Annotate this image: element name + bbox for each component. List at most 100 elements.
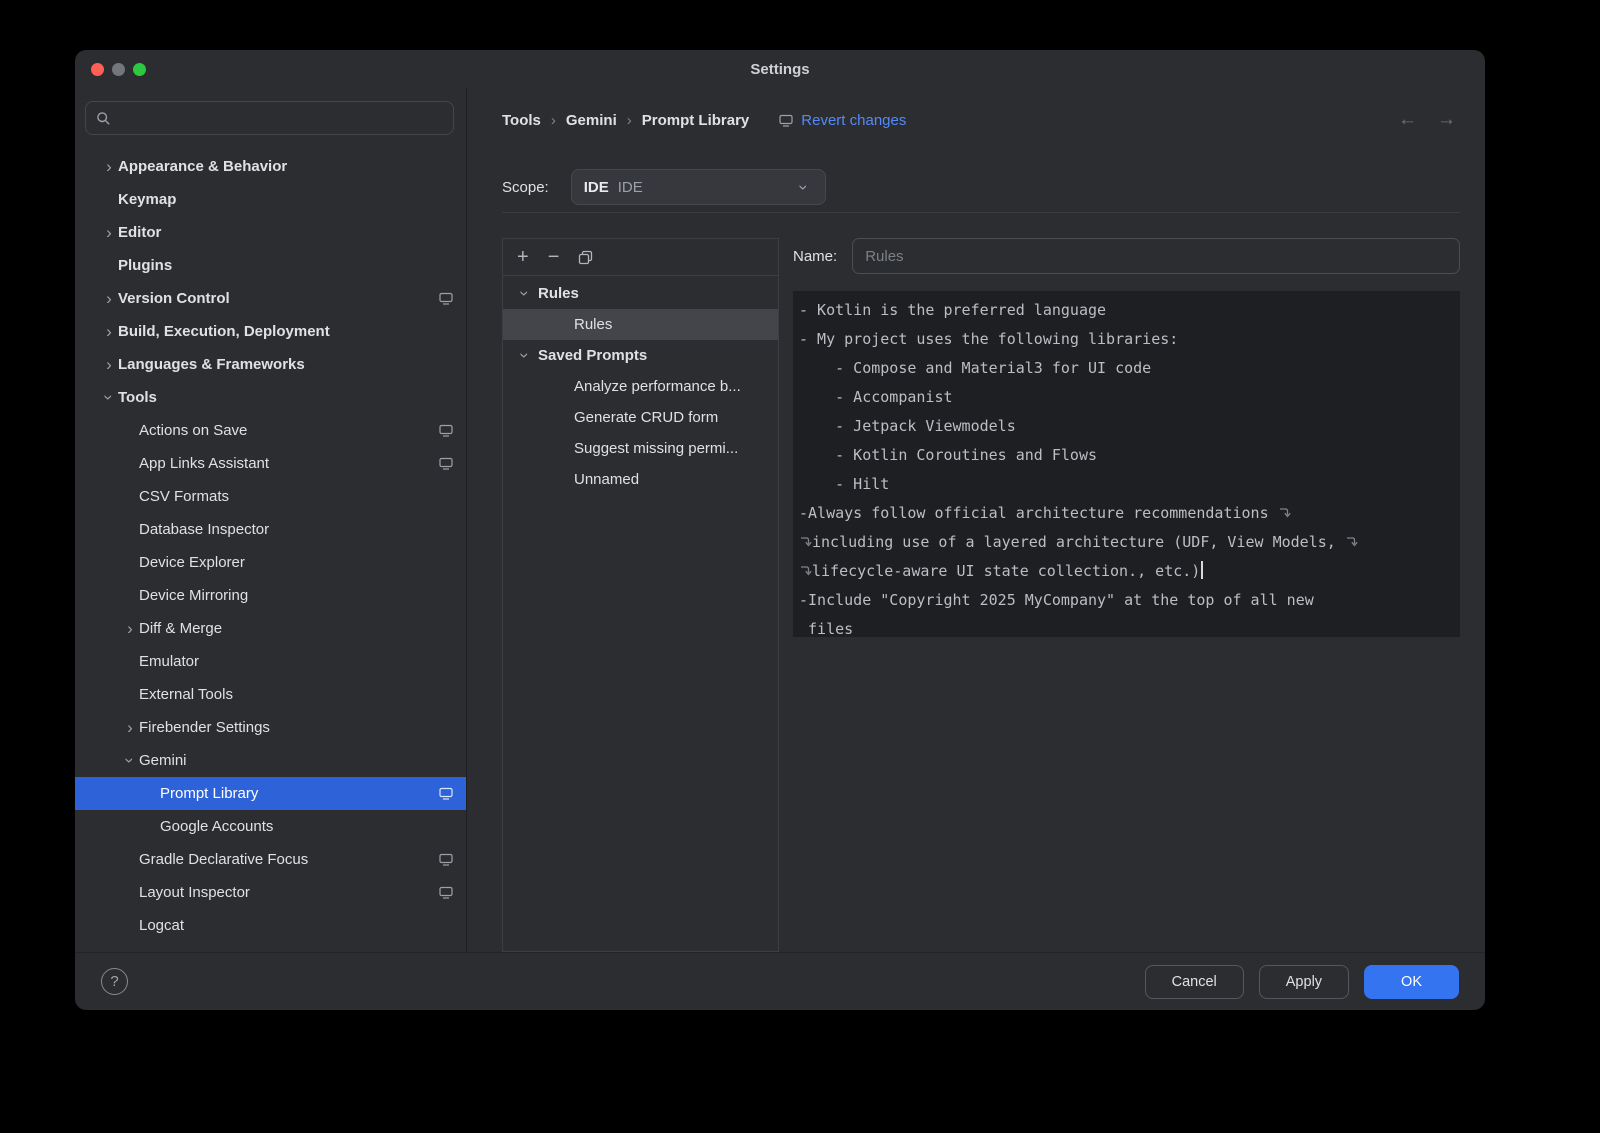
sidebar-item-keymap[interactable]: Keymap: [75, 183, 466, 216]
prompt-list-panel: + − ›RulesRules›Saved PromptsAnalyze per…: [502, 238, 779, 952]
settings-content: ›Appearance & BehaviorKeymap›EditorPlugi…: [75, 88, 1485, 952]
back-arrow-icon[interactable]: ←: [1398, 109, 1417, 131]
prompt-item-suggest-missing-permi[interactable]: Suggest missing permi...: [503, 433, 778, 464]
editor-line-text: - Jetpack Viewmodels: [799, 417, 1016, 435]
window-title: Settings: [75, 50, 1485, 90]
sidebar-item-prompt-library[interactable]: Prompt Library: [75, 777, 466, 810]
prompt-item-generate-crud-form[interactable]: Generate CRUD form: [503, 402, 778, 433]
chevron-right-icon[interactable]: ›: [100, 224, 118, 241]
editor-line: - My project uses the following librarie…: [799, 325, 1456, 354]
editor-line: - Kotlin Coroutines and Flows: [799, 441, 1456, 470]
prompt-group-rules[interactable]: ›Rules: [503, 278, 778, 309]
settings-search[interactable]: [85, 101, 454, 135]
sidebar-item-gradle-declarative-focus[interactable]: Gradle Declarative Focus: [75, 843, 466, 876]
settings-search-input[interactable]: [118, 110, 443, 127]
sidebar-item-app-links-assistant[interactable]: App Links Assistant: [75, 447, 466, 480]
add-prompt-button[interactable]: +: [517, 247, 529, 267]
prompt-item-unnamed[interactable]: Unnamed: [503, 464, 778, 495]
zoom-button[interactable]: [133, 63, 146, 76]
editor-line: - Compose and Material3 for UI code: [799, 354, 1456, 383]
desktop-background: Settings ›Appearance & BehaviorKeymap›Ed…: [0, 0, 1600, 1133]
sidebar-item-database-inspector[interactable]: Database Inspector: [75, 513, 466, 546]
scope-dropdown[interactable]: IDE IDE ›: [571, 169, 826, 205]
sidebar-item-plugins[interactable]: Plugins: [75, 249, 466, 282]
breadcrumb-item-gemini[interactable]: Gemini: [566, 112, 617, 129]
sidebar-item-label: Build, Execution, Deployment: [118, 323, 330, 340]
sidebar-item-gemini[interactable]: ›Gemini: [75, 744, 466, 777]
apply-button[interactable]: Apply: [1259, 965, 1349, 999]
scope-label: Scope:: [502, 179, 549, 196]
sidebar-item-label: App Links Assistant: [139, 455, 269, 472]
name-row: Name: Rules: [793, 238, 1460, 274]
chevron-right-icon[interactable]: ›: [100, 158, 118, 175]
sidebar-item-label: Version Control: [118, 290, 230, 307]
prompt-item-analyze-performance-b[interactable]: Analyze performance b...: [503, 371, 778, 402]
chevron-down-icon[interactable]: ›: [122, 752, 139, 770]
cancel-button[interactable]: Cancel: [1145, 965, 1244, 999]
editor-line: -Always follow official architecture rec…: [799, 499, 1456, 528]
breadcrumb-separator: ›: [551, 112, 556, 129]
remove-prompt-button[interactable]: −: [548, 247, 560, 267]
sidebar-item-device-mirroring[interactable]: Device Mirroring: [75, 579, 466, 612]
prompt-name-input[interactable]: Rules: [852, 238, 1460, 274]
chevron-right-icon[interactable]: ›: [100, 323, 118, 340]
prompt-label: Unnamed: [574, 471, 639, 488]
chevron-right-icon[interactable]: ›: [121, 719, 139, 736]
sidebar-item-actions-on-save[interactable]: Actions on Save: [75, 414, 466, 447]
sidebar-item-csv-formats[interactable]: CSV Formats: [75, 480, 466, 513]
sidebar-item-google-accounts[interactable]: Google Accounts: [75, 810, 466, 843]
breadcrumb-item-prompt-library[interactable]: Prompt Library: [642, 112, 750, 129]
help-button[interactable]: ?: [101, 968, 128, 995]
chevron-down-icon[interactable]: ›: [517, 285, 534, 303]
text-caret: [1201, 561, 1203, 579]
sidebar-item-tools[interactable]: ›Tools: [75, 381, 466, 414]
traffic-lights: [91, 63, 146, 76]
sidebar-item-logcat[interactable]: Logcat: [75, 909, 466, 942]
prompt-label: Generate CRUD form: [574, 409, 718, 426]
chevron-down-icon: ›: [795, 178, 812, 196]
prompt-item-rules[interactable]: Rules: [503, 309, 778, 340]
editor-line-text: -Always follow official architecture rec…: [799, 504, 1278, 522]
editor-line-text: - Kotlin Coroutines and Flows: [799, 446, 1097, 464]
help-icon: ?: [110, 973, 118, 990]
sidebar-item-editor[interactable]: ›Editor: [75, 216, 466, 249]
sidebar-item-languages-frameworks[interactable]: ›Languages & Frameworks: [75, 348, 466, 381]
sidebar-item-appearance-behavior[interactable]: ›Appearance & Behavior: [75, 150, 466, 183]
editor-line-text: files: [799, 620, 853, 637]
chevron-right-icon[interactable]: ›: [100, 290, 118, 307]
prompt-library-body: + − ›RulesRules›Saved PromptsAnalyze per…: [502, 238, 1460, 952]
sidebar-item-emulator[interactable]: Emulator: [75, 645, 466, 678]
chevron-down-icon[interactable]: ›: [101, 389, 118, 407]
sidebar-item-diff-merge[interactable]: ›Diff & Merge: [75, 612, 466, 645]
editor-line: - Jetpack Viewmodels: [799, 412, 1456, 441]
sidebar-item-layout-inspector[interactable]: Layout Inspector: [75, 876, 466, 909]
forward-arrow-icon[interactable]: →: [1437, 109, 1456, 131]
duplicate-prompt-button[interactable]: [578, 250, 593, 265]
breadcrumb-item-tools[interactable]: Tools: [502, 112, 541, 129]
sidebar-item-label: Plugins: [118, 257, 172, 274]
ide-settings-icon: [439, 886, 453, 899]
scope-tag: IDE: [584, 179, 609, 196]
sidebar-item-label: Emulator: [139, 653, 199, 670]
sidebar-item-build-execution-deployment[interactable]: ›Build, Execution, Deployment: [75, 315, 466, 348]
revert-changes-link[interactable]: Revert changes: [779, 112, 906, 129]
ok-button[interactable]: OK: [1364, 965, 1459, 999]
sidebar-item-external-tools[interactable]: External Tools: [75, 678, 466, 711]
minimize-button[interactable]: [112, 63, 125, 76]
sidebar-item-firebender-settings[interactable]: ›Firebender Settings: [75, 711, 466, 744]
search-icon: [96, 111, 111, 126]
editor-line: lifecycle-aware UI state collection., et…: [799, 557, 1456, 586]
chevron-right-icon[interactable]: ›: [121, 620, 139, 637]
chevron-right-icon[interactable]: ›: [100, 356, 118, 373]
chevron-down-icon[interactable]: ›: [517, 347, 534, 365]
prompt-editor[interactable]: - Kotlin is the preferred language- My p…: [793, 291, 1460, 637]
sidebar-item-label: Appearance & Behavior: [118, 158, 287, 175]
sidebar-item-device-explorer[interactable]: Device Explorer: [75, 546, 466, 579]
breadcrumb-row: Tools›Gemini›Prompt Library Revert chang…: [502, 108, 1460, 132]
prompt-group-saved-prompts[interactable]: ›Saved Prompts: [503, 340, 778, 371]
revert-label: Revert changes: [801, 112, 906, 129]
sidebar-item-label: Keymap: [118, 191, 176, 208]
close-button[interactable]: [91, 63, 104, 76]
sidebar-item-label: Device Mirroring: [139, 587, 248, 604]
sidebar-item-version-control[interactable]: ›Version Control: [75, 282, 466, 315]
